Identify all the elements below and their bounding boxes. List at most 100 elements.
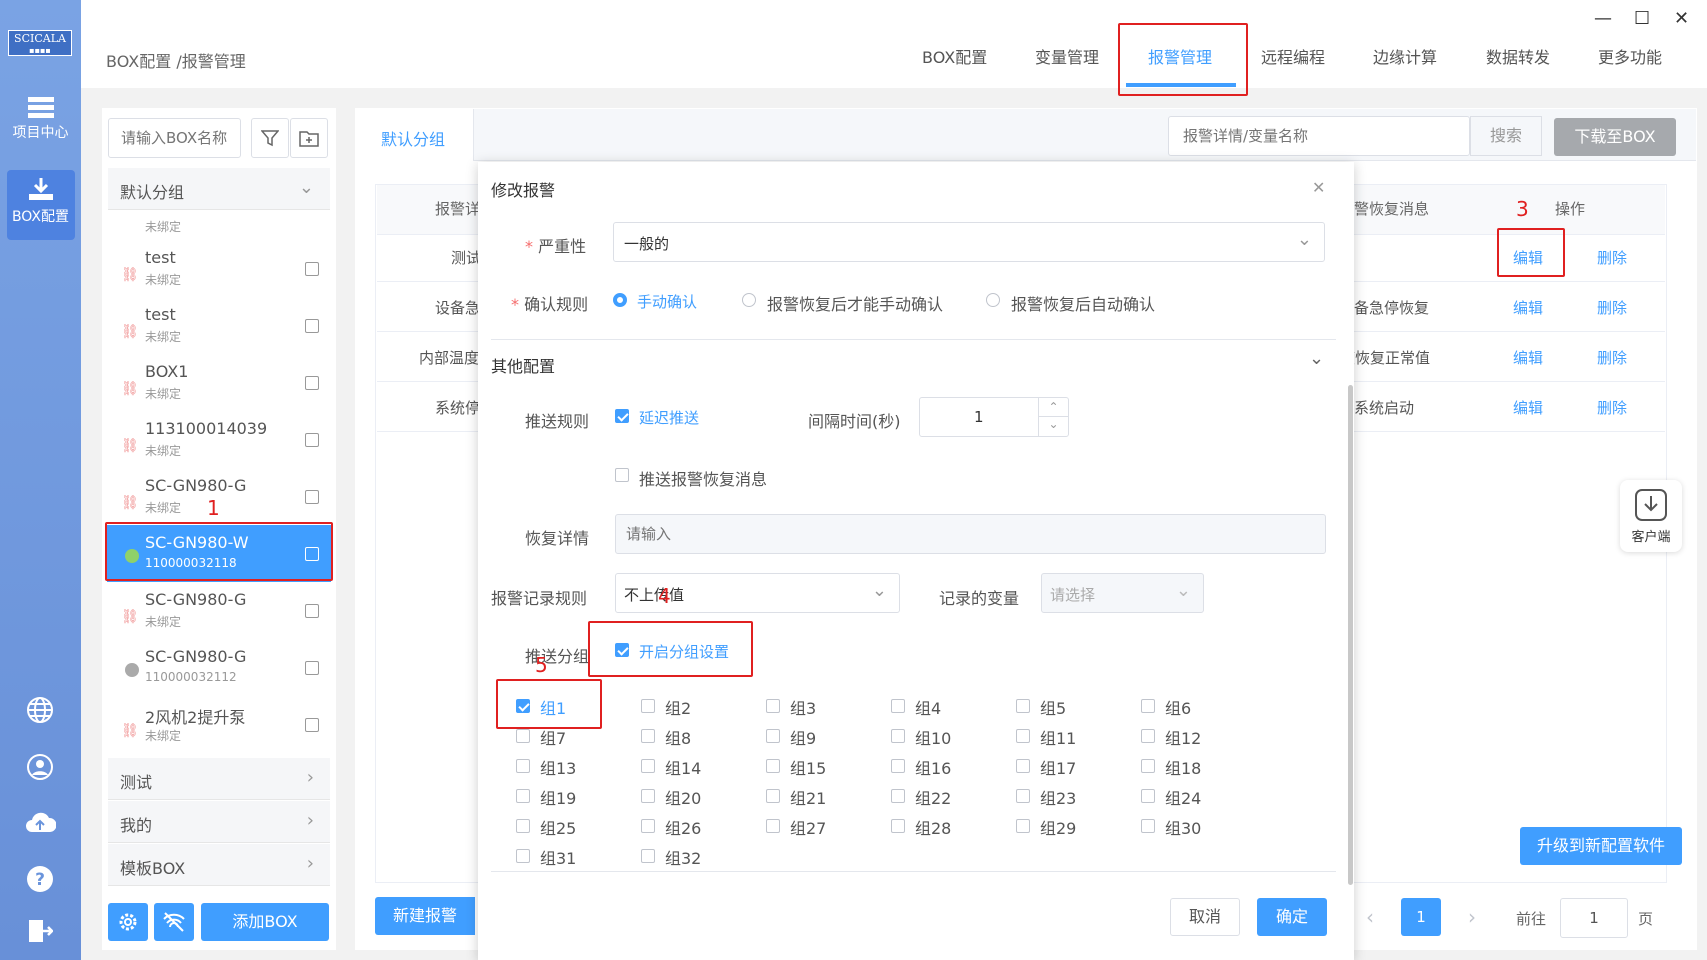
upgrade-button[interactable]: 升级到新配置软件 <box>1520 827 1682 865</box>
page-1-button[interactable]: 1 <box>1401 898 1441 936</box>
other-config-header[interactable]: 其他配置 <box>491 353 555 377</box>
device-item[interactable]: ⛓ test 未绑定 <box>107 240 331 297</box>
copy-icon[interactable] <box>305 376 319 390</box>
box-search-input[interactable] <box>108 118 241 158</box>
settings-button[interactable] <box>108 903 148 941</box>
group-checkbox-item[interactable]: 组13 <box>516 755 636 779</box>
device-item[interactable]: ⛓ test 未绑定 <box>107 297 331 354</box>
confirm-manual-radio[interactable] <box>613 293 627 311</box>
tab-data-forwarding[interactable]: 数据转发 <box>1486 44 1550 68</box>
group-checkbox-item[interactable]: 组12 <box>1141 725 1261 749</box>
edit-link[interactable]: 编辑 <box>1513 397 1543 418</box>
group-checkbox-item[interactable]: 组11 <box>1016 725 1136 749</box>
tab-variables[interactable]: 变量管理 <box>1035 44 1099 68</box>
increment-icon[interactable]: ⌃ <box>1038 398 1068 417</box>
delete-link[interactable]: 删除 <box>1597 247 1627 268</box>
edit-link[interactable]: 编辑 <box>1513 347 1543 368</box>
group-checkbox-item[interactable]: 组10 <box>891 725 1011 749</box>
page-number-input[interactable]: 1 <box>1560 898 1628 938</box>
group-checkbox-item[interactable]: 组9 <box>766 725 886 749</box>
group-checkbox-item[interactable]: 组28 <box>891 815 1011 839</box>
group-checkbox-item[interactable]: 组3 <box>766 695 886 719</box>
group-checkbox-item[interactable]: 组23 <box>1016 785 1136 809</box>
group-checkbox-item[interactable]: 组27 <box>766 815 886 839</box>
group-mine[interactable]: 我的 › <box>108 801 330 843</box>
maximize-button[interactable]: ☐ <box>1634 8 1650 29</box>
group-checkbox-item[interactable]: 组26 <box>641 815 761 839</box>
group-checkbox-item[interactable]: 组30 <box>1141 815 1261 839</box>
group-checkbox-item[interactable]: 组32 <box>641 845 761 869</box>
tab-remote-programming[interactable]: 远程编程 <box>1261 44 1325 68</box>
filter-icon[interactable] <box>251 118 289 158</box>
close-window-button[interactable]: ✕ <box>1674 8 1689 29</box>
device-item[interactable]: ⛓ 2风机2提升泵 未绑定 <box>107 696 331 753</box>
delete-link[interactable]: 删除 <box>1597 297 1627 318</box>
chevron-down-icon[interactable]: ⌄ <box>1309 348 1324 369</box>
group-checkbox-item[interactable]: 组6 <box>1141 695 1261 719</box>
copy-icon[interactable] <box>305 319 319 333</box>
user-icon[interactable] <box>26 753 54 785</box>
device-item[interactable]: ⛓ 113100014039 未绑定 <box>107 411 331 468</box>
wifi-off-button[interactable] <box>154 903 194 941</box>
tab-box-config[interactable]: BOX配置 <box>922 44 987 68</box>
minimize-button[interactable]: — <box>1594 8 1612 29</box>
dialog-scrollbar[interactable] <box>1348 385 1353 885</box>
confirm-auto-radio[interactable] <box>986 293 1000 311</box>
help-icon[interactable]: ? <box>26 865 54 897</box>
cloud-upload-icon[interactable] <box>24 810 57 838</box>
close-icon[interactable]: ✕ <box>1312 178 1325 197</box>
delay-push-checkbox[interactable] <box>615 409 629 427</box>
group-checkbox-item[interactable]: 组31 <box>516 845 636 869</box>
group-checkbox-item[interactable]: 组29 <box>1016 815 1136 839</box>
copy-icon[interactable] <box>305 262 319 276</box>
device-item[interactable]: ⛓ SC-GN980-G 未绑定 <box>107 582 331 639</box>
restore-detail-input[interactable] <box>615 514 1326 554</box>
group-checkbox-item[interactable]: 组19 <box>516 785 636 809</box>
copy-icon[interactable] <box>305 433 319 447</box>
copy-icon[interactable] <box>305 718 319 732</box>
group-checkbox-item[interactable]: 组8 <box>641 725 761 749</box>
group-test[interactable]: 测试 › <box>108 758 330 800</box>
search-button[interactable]: 搜索 <box>1470 116 1542 156</box>
tab-default-group[interactable]: 默认分组 <box>356 109 474 161</box>
next-page-button[interactable]: › <box>1458 898 1486 936</box>
group-checkbox-item[interactable]: 组18 <box>1141 755 1261 779</box>
interval-input[interactable]: 1 ⌃ ⌄ <box>919 397 1069 437</box>
prev-page-button[interactable]: ‹ <box>1356 898 1384 936</box>
device-item[interactable]: ⛓ BOX1 未绑定 <box>107 354 331 411</box>
group-checkbox-item[interactable]: 组24 <box>1141 785 1261 809</box>
record-var-select[interactable]: 请选择 ⌄ <box>1041 573 1204 613</box>
copy-icon[interactable] <box>305 604 319 618</box>
group-checkbox-item[interactable]: 组14 <box>641 755 761 779</box>
group-checkbox-item[interactable]: 组22 <box>891 785 1011 809</box>
group-checkbox-item[interactable]: 组2 <box>641 695 761 719</box>
tab-more[interactable]: 更多功能 <box>1598 44 1662 68</box>
group-checkbox-item[interactable]: 组17 <box>1016 755 1136 779</box>
device-item[interactable]: SC-GN980-G 110000032112 <box>107 639 331 696</box>
edit-link[interactable]: 编辑 <box>1513 297 1543 318</box>
confirm-after-restore-radio[interactable] <box>742 293 756 311</box>
group-checkbox-item[interactable]: 组5 <box>1016 695 1136 719</box>
client-button[interactable]: 客户端 <box>1620 480 1682 552</box>
exit-icon[interactable] <box>27 918 54 948</box>
severity-select[interactable]: 一般的 ⌄ <box>613 222 1325 262</box>
alarm-search-input[interactable] <box>1168 116 1470 156</box>
decrement-icon[interactable]: ⌄ <box>1038 417 1068 436</box>
add-box-button[interactable]: 添加BOX <box>201 903 329 941</box>
group-checkbox-item[interactable]: 组25 <box>516 815 636 839</box>
add-folder-icon[interactable] <box>290 118 328 158</box>
push-restore-checkbox[interactable] <box>615 468 629 486</box>
group-checkbox-item[interactable]: 组16 <box>891 755 1011 779</box>
group-template-box[interactable]: 模板BOX › <box>108 844 330 886</box>
cancel-button[interactable]: 取消 <box>1170 898 1240 936</box>
rail-item-project-center[interactable]: 项目中心 <box>0 96 81 142</box>
group-checkbox-item[interactable]: 组21 <box>766 785 886 809</box>
new-alarm-button[interactable]: 新建报警 <box>375 897 475 935</box>
rail-item-box-config[interactable]: BOX配置 <box>0 176 81 226</box>
delete-link[interactable]: 删除 <box>1597 397 1627 418</box>
tab-edge-computing[interactable]: 边缘计算 <box>1373 44 1437 68</box>
copy-icon[interactable] <box>305 661 319 675</box>
group-checkbox-item[interactable]: 组15 <box>766 755 886 779</box>
download-to-box-button[interactable]: 下载至BOX <box>1554 118 1676 156</box>
delete-link[interactable]: 删除 <box>1597 347 1627 368</box>
